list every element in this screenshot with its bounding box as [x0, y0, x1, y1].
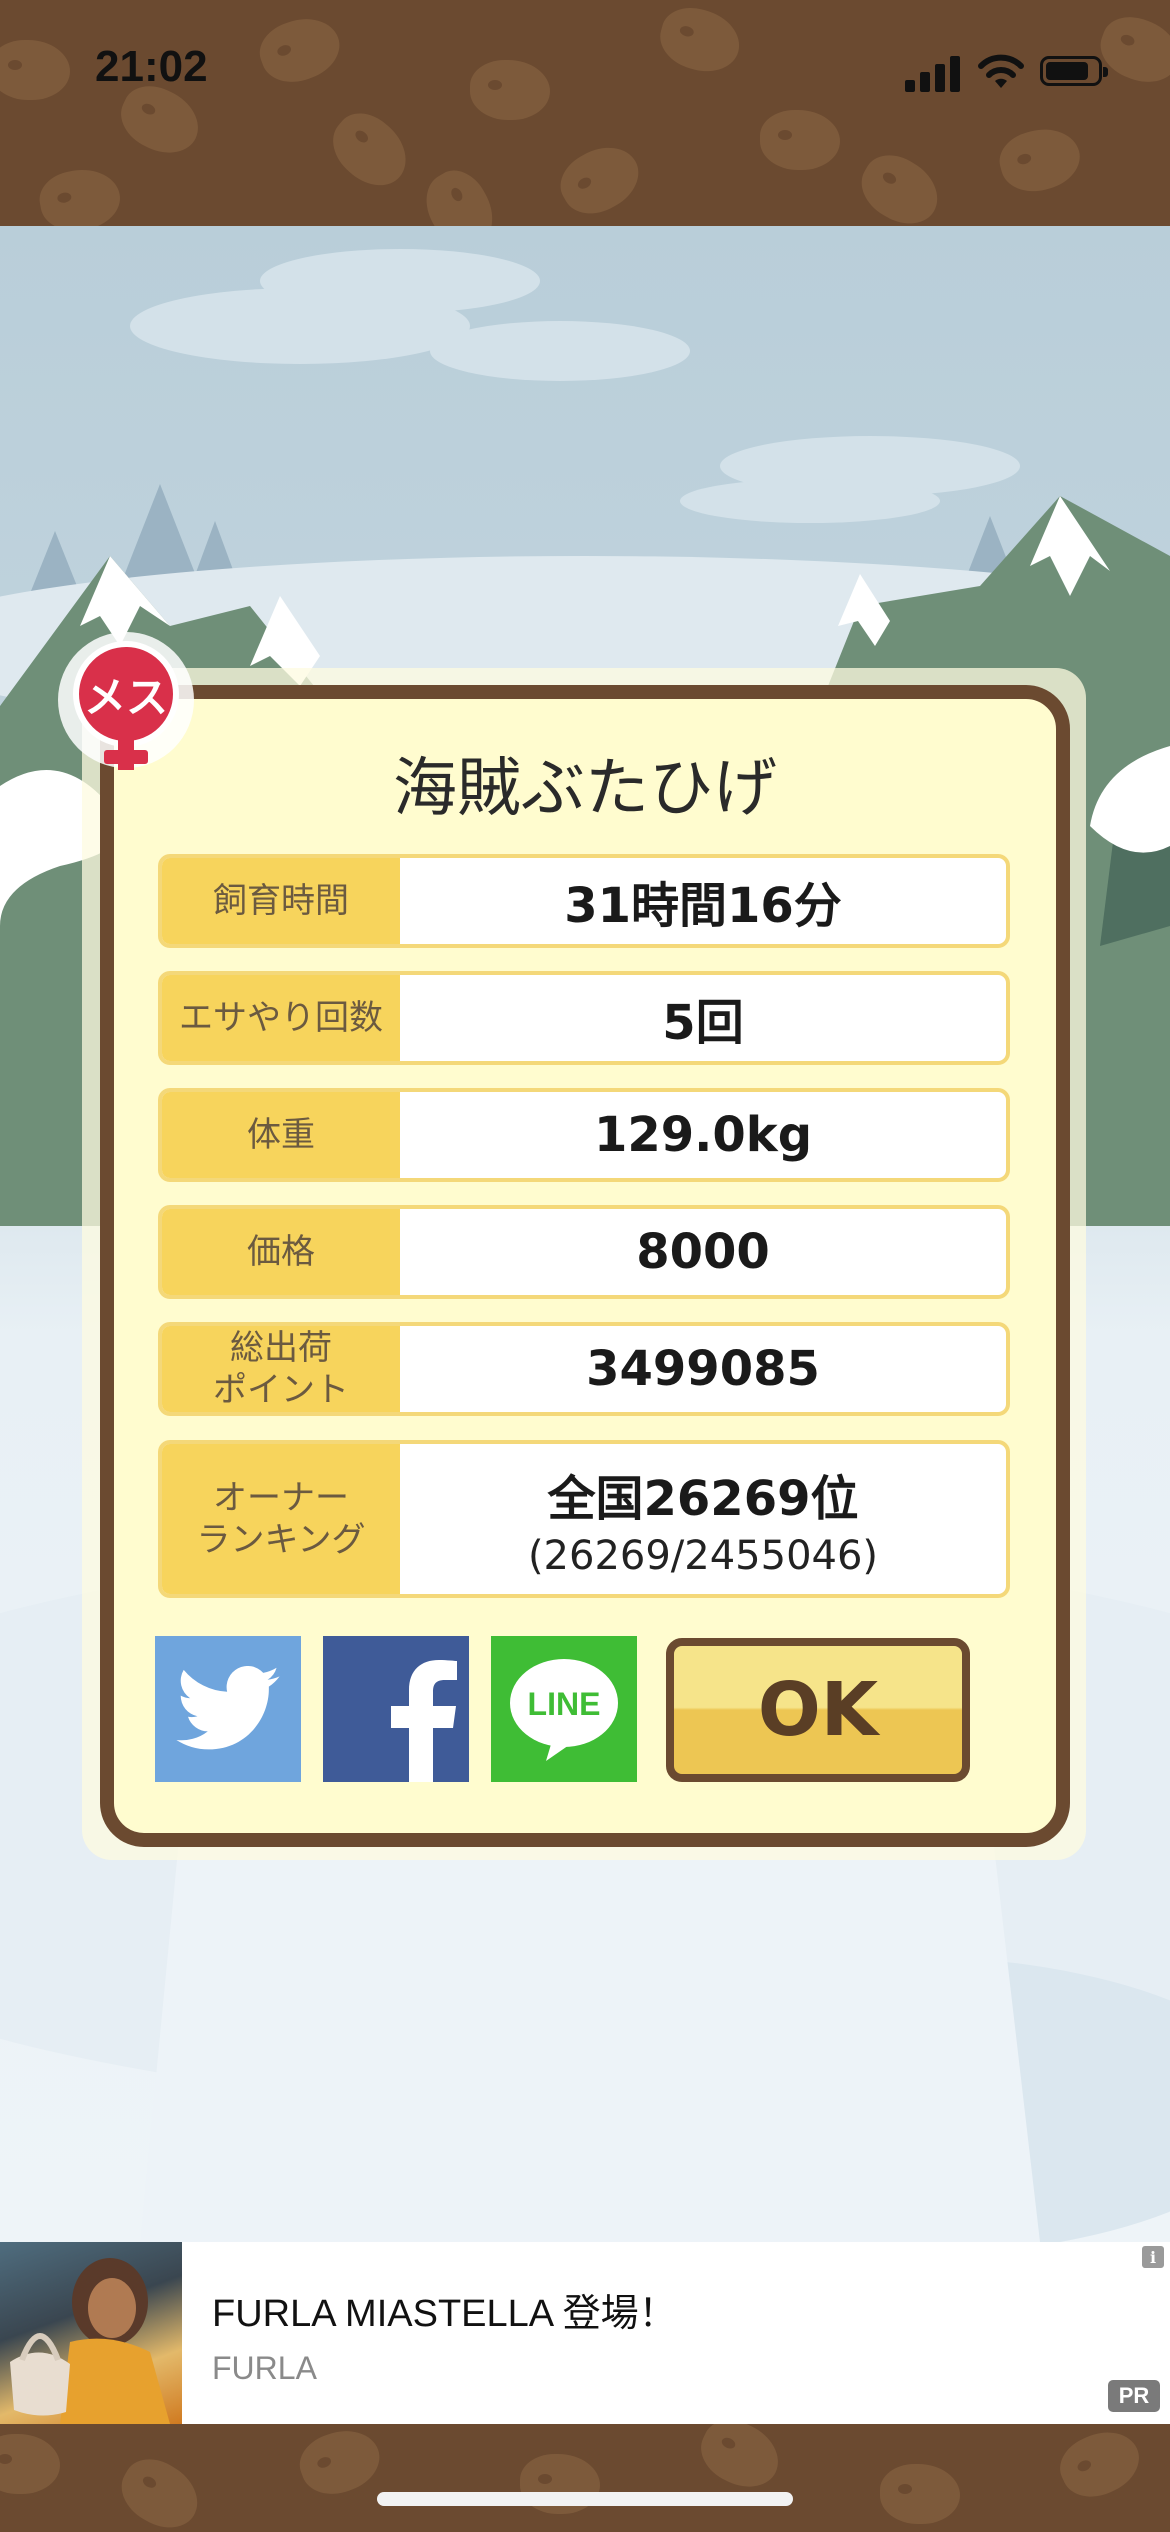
- stat-label: 飼育時間: [162, 858, 400, 944]
- wifi-icon: [975, 48, 1027, 92]
- stat-row-weight: 体重 129.0kg: [158, 1088, 1010, 1182]
- stat-label-line: ポイント: [213, 1370, 349, 1410]
- stat-row-owner-ranking: オーナー ランキング 全国26269位 (26269/2455046): [158, 1440, 1010, 1598]
- ranking-value: 全国26269位: [547, 1471, 859, 1527]
- ad-banner[interactable]: FURLA MIASTELLA 登場！ FURLA i PR: [0, 2242, 1170, 2424]
- stat-row-price: 価格 8000: [158, 1205, 1010, 1299]
- stat-row-raising-time: 飼育時間 31時間16分: [158, 854, 1010, 948]
- stat-value: 5回: [662, 995, 744, 1051]
- stat-row-feeding-count: エサやり回数 5回: [158, 971, 1010, 1065]
- stat-row-shipment-points: 総出荷 ポイント 3499085: [158, 1322, 1010, 1416]
- line-logo-text: LINE: [528, 1686, 601, 1722]
- stat-label: 総出荷 ポイント: [162, 1326, 400, 1412]
- stat-label: オーナー ランキング: [162, 1444, 400, 1594]
- stat-value: 8000: [636, 1224, 770, 1280]
- ad-product-image[interactable]: [0, 2242, 182, 2424]
- female-symbol-text: メス: [84, 673, 168, 722]
- ok-button[interactable]: OK: [666, 1638, 970, 1782]
- stat-value: 129.0kg: [593, 1107, 813, 1163]
- pig-name-title: 海賊ぶたひげ: [393, 752, 777, 826]
- ad-info-icon[interactable]: i: [1142, 2246, 1164, 2268]
- stat-label: 体重: [162, 1092, 400, 1178]
- ad-advertiser: FURLA: [212, 2350, 317, 2386]
- stat-label-line: 総出荷: [230, 1328, 332, 1368]
- female-gender-badge: メス: [56, 632, 196, 780]
- home-indicator[interactable]: [377, 2492, 793, 2506]
- ad-pr-badge: PR: [1108, 2380, 1160, 2412]
- facebook-f-icon: [391, 1660, 457, 1782]
- status-time: 21:02: [95, 42, 208, 91]
- twitter-bird-icon: [176, 1666, 280, 1750]
- ranking-detail: (26269/2455046): [527, 1533, 879, 1579]
- stat-value: 3499085: [586, 1341, 820, 1397]
- cellular-signal-icon: [905, 52, 965, 92]
- facebook-share-button[interactable]: [323, 1636, 469, 1782]
- line-chat-icon: LINE: [510, 1659, 618, 1761]
- ad-title[interactable]: FURLA MIASTELLA 登場！: [212, 2282, 677, 2337]
- twitter-share-button[interactable]: [155, 1636, 301, 1782]
- battery-icon: [1040, 56, 1108, 86]
- stat-label-line: ランキング: [196, 1520, 366, 1560]
- stat-label: 価格: [162, 1209, 400, 1295]
- stat-label: エサやり回数: [162, 975, 400, 1061]
- status-bar: 21:02: [0, 0, 1170, 140]
- bottom-pattern-band: [0, 2424, 1170, 2532]
- stat-value: 31時間16分: [564, 878, 842, 934]
- line-share-button[interactable]: LINE: [491, 1636, 637, 1782]
- stat-label-line: オーナー: [213, 1478, 349, 1518]
